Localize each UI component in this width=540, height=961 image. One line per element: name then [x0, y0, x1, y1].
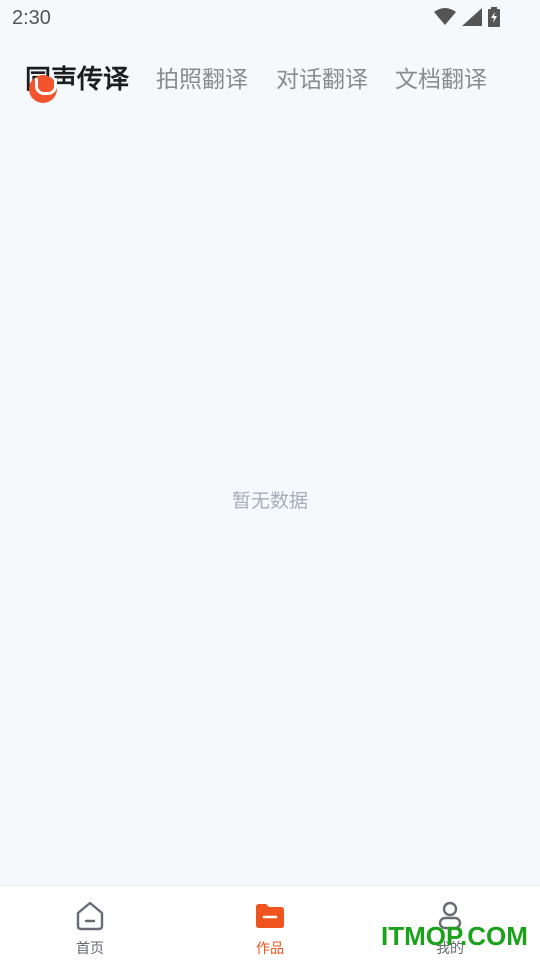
status-bar: 2:30 — [0, 0, 540, 38]
wifi-icon — [434, 8, 456, 25]
tab-document-translation[interactable]: 文档翻译 — [395, 56, 487, 104]
translation-tabs: 同声传译 拍照翻译 对话翻译 文档翻译 — [0, 56, 540, 106]
status-icons — [434, 7, 500, 27]
nav-label-home: 首页 — [76, 941, 104, 957]
cellular-signal-icon — [462, 8, 482, 26]
empty-state-message: 暂无数据 — [231, 490, 308, 512]
nav-item-home[interactable]: 首页 — [30, 886, 150, 961]
site-watermark: ITMOP.COM — [381, 921, 528, 951]
active-tab-indicator — [29, 75, 57, 103]
home-icon — [76, 901, 104, 931]
nav-item-works[interactable]: 作品 — [210, 886, 330, 961]
battery-icon — [488, 7, 500, 27]
tab-photo-translation[interactable]: 拍照翻译 — [156, 56, 248, 104]
nav-label-works: 作品 — [256, 941, 284, 957]
status-time: 2:30 — [12, 7, 51, 29]
tab-conversation-translation[interactable]: 对话翻译 — [276, 56, 368, 104]
folder-icon — [256, 904, 284, 928]
